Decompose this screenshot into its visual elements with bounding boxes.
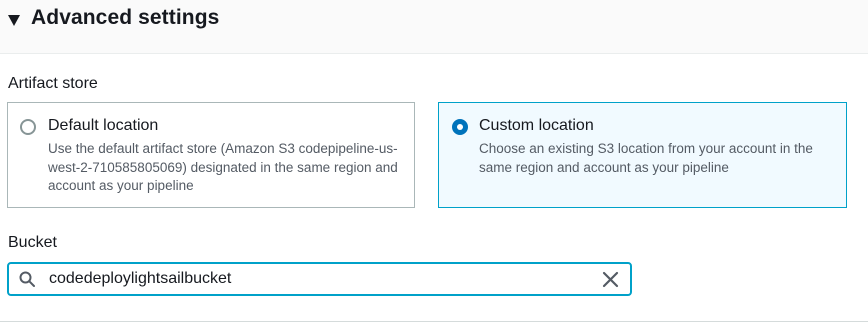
bucket-label: Bucket xyxy=(8,234,57,251)
default-location-title: Default location xyxy=(48,117,159,134)
advanced-settings-panel: Advanced settings Artifact store Default… xyxy=(0,0,868,325)
search-icon xyxy=(19,271,35,287)
section-title[interactable]: Advanced settings xyxy=(31,6,219,30)
artifact-store-label: Artifact store xyxy=(8,75,98,92)
custom-location-title: Custom location xyxy=(479,117,594,134)
close-icon[interactable] xyxy=(602,271,619,288)
custom-location-radio[interactable] xyxy=(452,119,468,135)
bucket-search-input[interactable] xyxy=(49,270,589,288)
bucket-search-field[interactable] xyxy=(7,262,632,296)
bottom-divider xyxy=(0,321,868,325)
default-location-radio[interactable] xyxy=(20,119,36,135)
default-location-description: Use the default artifact store (Amazon S… xyxy=(48,141,398,193)
custom-location-option[interactable]: Custom location Choose an existing S3 lo… xyxy=(438,102,847,208)
default-location-option[interactable]: Default location Use the default artifac… xyxy=(7,102,415,208)
section-header[interactable]: Advanced settings xyxy=(0,0,868,54)
custom-location-description: Choose an existing S3 location from your… xyxy=(479,141,813,175)
caret-down-icon[interactable] xyxy=(8,15,20,26)
